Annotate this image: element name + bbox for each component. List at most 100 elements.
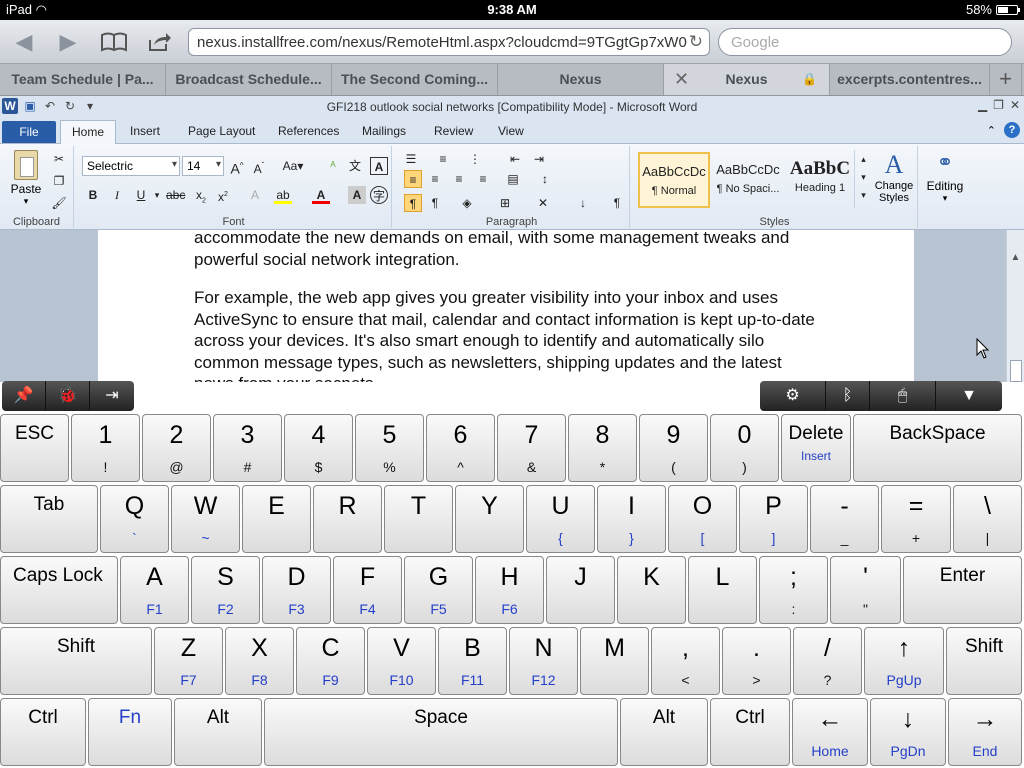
key-n[interactable]: N F12 (509, 627, 578, 695)
scroll-up-icon[interactable]: ▲ (1007, 252, 1024, 263)
key-d[interactable]: D F3 (262, 556, 331, 624)
key-g[interactable]: G F5 (404, 556, 473, 624)
tab-team-schedule[interactable]: Team Schedule | Pa... (0, 64, 166, 95)
restore-icon[interactable]: ❐ (993, 98, 1004, 112)
search-input[interactable]: Google (718, 28, 1012, 56)
key-symbol-row3-10[interactable]: ;: (759, 556, 828, 624)
borders-icon[interactable]: ⊞ (496, 194, 514, 212)
superscript-button[interactable]: x2 (214, 186, 232, 204)
minimize-icon[interactable]: ▁ (978, 98, 987, 112)
align-left-button[interactable]: ≡ (404, 170, 422, 188)
key-shift[interactable]: Shift (946, 627, 1022, 695)
tab-view[interactable]: View (498, 124, 524, 138)
shading-icon[interactable]: ◈ (458, 194, 476, 212)
tab-broadcast-schedule[interactable]: Broadcast Schedule... (166, 64, 332, 95)
align-center-button[interactable]: ≡ (426, 170, 444, 188)
address-bar[interactable]: nexus.installfree.com/nexus/RemoteHtml.a… (188, 28, 710, 56)
shrink-font-icon[interactable]: Aˇ (250, 157, 268, 176)
key-y[interactable]: Y (455, 485, 524, 553)
key-e[interactable]: E (242, 485, 311, 553)
distributed-button[interactable]: ▤ (504, 170, 522, 188)
tab-page-layout[interactable]: Page Layout (188, 124, 255, 138)
key-h[interactable]: H F6 (475, 556, 544, 624)
style-heading-1[interactable]: AaBbC Heading 1 (784, 152, 856, 208)
paragraph-1[interactable]: accommodate the new demands on email, wi… (194, 230, 822, 270)
document-page[interactable]: accommodate the new demands on email, wi… (98, 230, 914, 382)
font-name-select[interactable]: Selectric (82, 156, 180, 176)
key-z[interactable]: Z F7 (154, 627, 223, 695)
text-effects-icon[interactable]: A (246, 186, 264, 204)
vertical-scrollbar[interactable]: ▲ (1006, 230, 1024, 382)
key-fn[interactable]: Fn (88, 698, 172, 766)
key-enter[interactable]: Enter (903, 556, 1022, 624)
key-alt[interactable]: Alt (620, 698, 708, 766)
bookmarks-icon[interactable] (96, 28, 132, 56)
key-ctrl[interactable]: Ctrl (0, 698, 86, 766)
font-color-icon[interactable]: A (312, 186, 330, 204)
change-case-icon[interactable]: Aa▾ (280, 157, 306, 175)
asian-layout-icon[interactable]: ✕ (534, 194, 552, 212)
key-symbol-row5-6[interactable]: ← Home (792, 698, 868, 766)
subscript-button[interactable]: x2 (192, 186, 210, 204)
tab-nexus-active[interactable]: ✕ Nexus 🔒 (664, 64, 830, 95)
key-symbol-row2-12[interactable]: = + (881, 485, 951, 553)
tab-file[interactable]: File (2, 121, 56, 143)
tab-second-coming[interactable]: The Second Coming... (332, 64, 498, 95)
key-3[interactable]: 3 # (213, 414, 282, 482)
bluetooth-icon[interactable]: ᛒ (826, 381, 870, 411)
font-size-select[interactable]: 14 (182, 156, 224, 176)
clear-formatting-icon[interactable]: ᴬ (324, 157, 342, 175)
key-5[interactable]: 5% (355, 414, 424, 482)
key-symbol-row3-11[interactable]: ' " (830, 556, 901, 624)
key-symbol-row4-9[interactable]: . > (722, 627, 791, 695)
scroll-thumb[interactable] (1010, 360, 1022, 382)
key-w[interactable]: W ~ (171, 485, 240, 553)
forward-button[interactable]: ▶ (50, 28, 86, 56)
styles-scroll-icon[interactable]: ▴ ▾ ▾ (854, 150, 872, 208)
new-tab-button[interactable]: + (990, 64, 1022, 95)
key-6[interactable]: 6 ^ (426, 414, 495, 482)
bold-button[interactable]: B (84, 186, 102, 204)
rtl-button[interactable]: ¶ (426, 194, 444, 212)
key-symbol-row4-11[interactable]: ↑ PgUp (864, 627, 944, 695)
key-symbol-row2-13[interactable]: \ | (953, 485, 1022, 553)
key-0[interactable]: 0) (710, 414, 779, 482)
settings-icon[interactable]: ⚙ (760, 381, 826, 411)
style-no-spacing[interactable]: AaBbCcDc ¶ No Spaci... (712, 152, 784, 208)
key-b[interactable]: B F11 (438, 627, 507, 695)
style-normal[interactable]: AaBbCcDc ¶ Normal (638, 152, 710, 208)
hide-keyboard-icon[interactable]: ▼ (936, 381, 1002, 411)
paste-button[interactable]: Paste ▾ (8, 150, 44, 206)
key-esc[interactable]: ESC (0, 414, 69, 482)
exit-icon[interactable]: ⇥ (90, 381, 134, 411)
key-c[interactable]: C F9 (296, 627, 365, 695)
strikethrough-button[interactable]: abc (166, 186, 185, 204)
key-u[interactable]: U{ (526, 485, 595, 553)
key-k[interactable]: K (617, 556, 686, 624)
key-1[interactable]: 1! (71, 414, 140, 482)
key-f[interactable]: F F4 (333, 556, 402, 624)
tab-nexus-1[interactable]: Nexus (498, 64, 664, 95)
bug-icon[interactable]: 🐞 (46, 381, 90, 411)
key-symbol-row5-7[interactable]: ↓ PgDn (870, 698, 946, 766)
key-s[interactable]: S F2 (191, 556, 260, 624)
character-border-icon[interactable]: A (370, 157, 388, 175)
underline-dropdown-icon[interactable]: ▾ (148, 186, 166, 204)
pin-icon[interactable]: 📌 (2, 381, 46, 411)
tab-references[interactable]: References (278, 124, 339, 138)
key-backspace[interactable]: BackSpace (853, 414, 1022, 482)
key-space[interactable]: Space (264, 698, 618, 766)
italic-button[interactable]: I (108, 186, 126, 204)
key-delete[interactable]: Delete Insert (781, 414, 851, 482)
tab-home[interactable]: Home (60, 120, 116, 144)
justify-button[interactable]: ≡ (474, 170, 492, 188)
ltr-button[interactable]: ¶ (404, 194, 422, 212)
key-caps-lock[interactable]: Caps Lock (0, 556, 118, 624)
key-tab[interactable]: Tab (0, 485, 98, 553)
change-styles-button[interactable]: A Change Styles (872, 150, 916, 204)
tab-mailings[interactable]: Mailings (362, 124, 406, 138)
sort-icon[interactable]: ↓ (574, 194, 592, 212)
close-icon[interactable]: ✕ (1010, 98, 1020, 112)
collapse-ribbon-icon[interactable]: ⌃ (987, 124, 996, 137)
align-right-button[interactable]: ≡ (450, 170, 468, 188)
